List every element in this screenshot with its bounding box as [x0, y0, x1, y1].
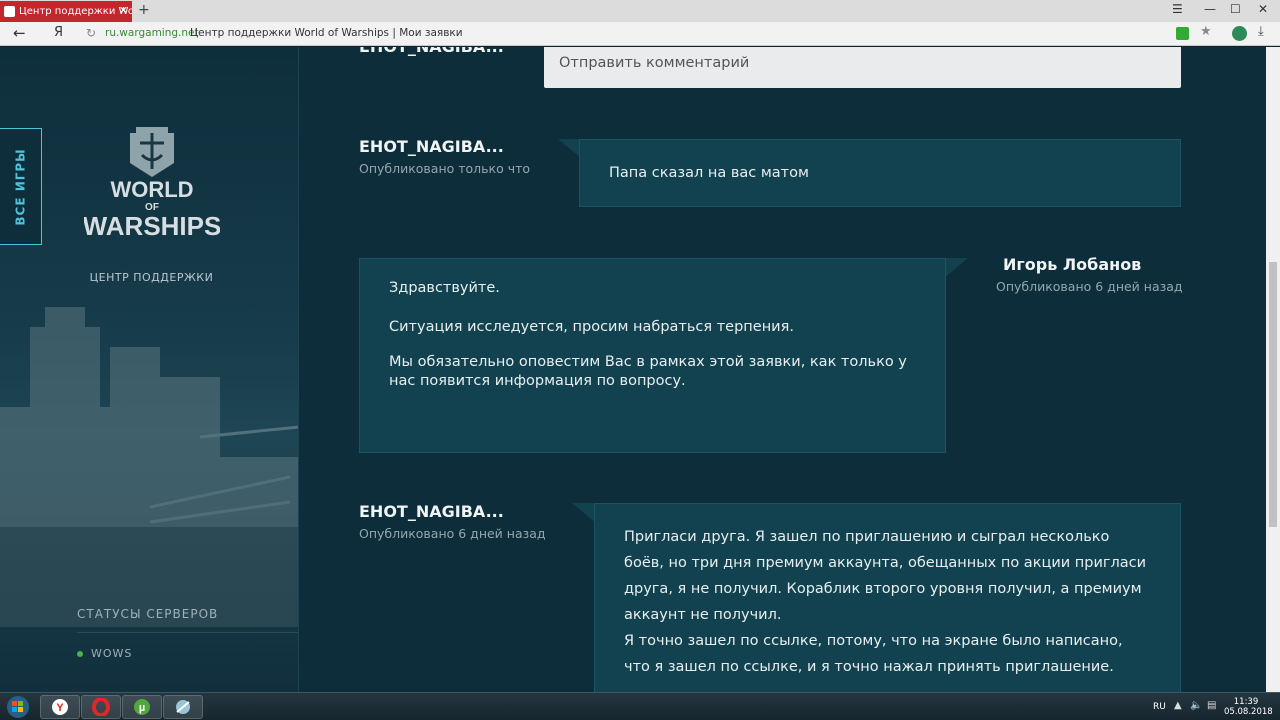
message-posted-time: Опубликовано только что: [359, 161, 531, 176]
keyboard-language[interactable]: RU: [1153, 702, 1166, 712]
clock-date: 05.08.2018: [1224, 707, 1273, 717]
message-author: EHOT_NAGIBA...: [359, 502, 504, 521]
message-bubble: Папа сказал на вас матом: [579, 139, 1181, 207]
menu-icon[interactable]: ☰: [1172, 2, 1183, 16]
page-content: ВСЕ ИГРЫ WORLD OF WARSHIPS ЦЕНТР ПОДДЕРЖ…: [0, 47, 1280, 692]
bookmark-star-icon[interactable]: ★: [1200, 24, 1212, 39]
server-online-dot-icon: [77, 650, 83, 657]
logo-line3: WARSHIPS: [84, 211, 220, 241]
server-status-divider: [77, 632, 298, 633]
opera-icon: [92, 698, 110, 716]
message-author: Игорь Лобанов: [1003, 255, 1142, 274]
yandex-browser-icon: Y: [52, 699, 68, 715]
browser-tab-bar: Центр поддержки World of Warships ✕ + ☰ …: [0, 0, 1280, 22]
reload-icon[interactable]: ↻: [86, 26, 96, 40]
message-paragraph: Я точно зашел по ссылке, потому, что на …: [624, 633, 1123, 675]
server-name: WOWS: [91, 647, 133, 660]
address-bar: ← Я ↻ ru.wargaming.net Центр поддержки W…: [0, 22, 1280, 46]
message-author: EHOT_NAGIBA...: [359, 137, 504, 156]
taskbar-yandex-browser[interactable]: Y: [40, 695, 80, 719]
comment-input[interactable]: Отправить комментарий: [544, 47, 1181, 88]
minimize-icon[interactable]: —: [1204, 2, 1216, 16]
message-paragraph: Здравствуйте.: [389, 280, 500, 296]
tab-close-icon[interactable]: ✕: [119, 4, 128, 17]
message-paragraph: Пригласи друга. Я зашел по приглашению и…: [624, 529, 1147, 623]
windows-start-icon[interactable]: [3, 695, 33, 719]
message-bubble: Здравствуйте. Ситуация исследуется, прос…: [359, 258, 946, 453]
world-of-warships-logo[interactable]: WORLD OF WARSHIPS: [84, 127, 220, 257]
new-tab-button[interactable]: +: [138, 2, 150, 18]
yandex-button[interactable]: Я: [54, 25, 63, 40]
message-posted-time: Опубликовано 6 дней назад: [996, 279, 1183, 294]
battleship-background-illustration: [0, 307, 298, 627]
extension-icon[interactable]: [1232, 26, 1247, 41]
sidebar: ВСЕ ИГРЫ WORLD OF WARSHIPS ЦЕНТР ПОДДЕРЖ…: [0, 47, 299, 692]
logo-line1: WORLD: [110, 177, 193, 202]
browser-tab-active[interactable]: Центр поддержки World of Warships ✕: [0, 1, 132, 22]
url-domain[interactable]: ru.wargaming.net: [105, 27, 199, 39]
server-status-title: СТАТУСЫ СЕРВЕРОВ: [77, 607, 219, 621]
scrollbar-thumb[interactable]: [1269, 262, 1277, 527]
taskbar-opera[interactable]: [81, 695, 121, 719]
ticket-thread: EHOT_NAGIBA... Отправить комментарий EHO…: [300, 47, 1266, 692]
svg-text:µ: µ: [139, 702, 145, 714]
back-arrow-icon[interactable]: ←: [13, 24, 26, 42]
window-close-icon[interactable]: ✕: [1258, 2, 1268, 16]
network-icon[interactable]: ▤: [1207, 700, 1216, 711]
globe-tool-icon: [176, 700, 190, 714]
page-scrollbar[interactable]: [1266, 47, 1280, 692]
message-text: Папа сказал на вас матом: [609, 165, 809, 181]
system-clock[interactable]: 11:39 05.08.2018: [1224, 697, 1273, 717]
download-icon[interactable]: ⤓: [1258, 24, 1264, 39]
svg-text:Y: Y: [56, 702, 64, 714]
support-center-label: ЦЕНТР ПОДДЕРЖКИ: [89, 271, 214, 284]
tab-title: Центр поддержки World of Warships: [19, 6, 132, 17]
message-paragraph: Мы обязательно оповестим Вас в рамках эт…: [389, 354, 907, 389]
windows-taskbar: Y µ RU ▲ 🔈 ▤ 11:39 05.08.2018: [0, 692, 1280, 720]
message-posted-time: Опубликовано 6 дней назад: [359, 526, 546, 541]
message-author: EHOT_NAGIBA...: [359, 47, 504, 56]
secure-lock-icon[interactable]: [1176, 27, 1189, 40]
message-paragraph: Ситуация исследуется, просим набраться т…: [389, 319, 794, 335]
bubble-pointer: [944, 258, 968, 278]
utorrent-icon: µ: [134, 699, 150, 715]
taskbar-utorrent[interactable]: µ: [122, 695, 162, 719]
tray-expand-icon[interactable]: ▲: [1174, 700, 1182, 711]
bubble-pointer: [572, 503, 596, 523]
url-page-title[interactable]: Центр поддержки World of Warships | Мои …: [190, 27, 463, 39]
taskbar-app[interactable]: [163, 695, 203, 719]
all-games-label: ВСЕ ИГРЫ: [13, 147, 28, 226]
server-item-wows[interactable]: WOWS: [77, 647, 132, 660]
clock-time: 11:39: [1233, 697, 1259, 707]
maximize-icon[interactable]: ☐: [1230, 2, 1241, 16]
message-bubble: Пригласи друга. Я зашел по приглашению и…: [594, 503, 1181, 692]
tab-favicon-icon: [4, 6, 15, 17]
volume-icon[interactable]: 🔈: [1190, 700, 1202, 711]
all-games-button[interactable]: ВСЕ ИГРЫ: [0, 128, 42, 245]
